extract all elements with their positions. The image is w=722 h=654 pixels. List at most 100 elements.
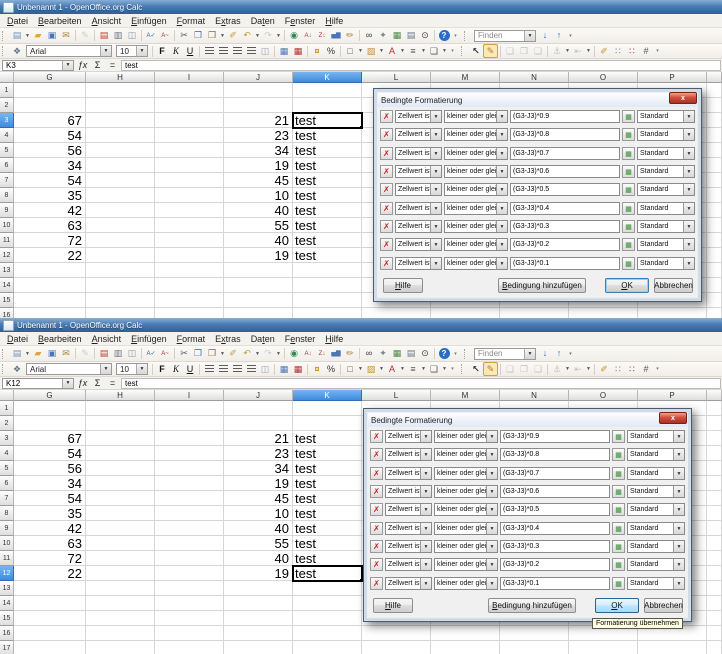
- redo-dropdown-icon[interactable]: ▼: [275, 33, 282, 39]
- row-header-10[interactable]: 10: [0, 536, 14, 551]
- display-grid-icon[interactable]: ∷: [611, 45, 625, 58]
- print-icon[interactable]: ▥: [111, 29, 125, 42]
- condition-style-select[interactable]: Standard▼: [627, 540, 685, 553]
- cell-partial16[interactable]: [707, 308, 722, 318]
- font-name-dropdown-icon[interactable]: ▼: [100, 46, 111, 56]
- cell-partial1[interactable]: [707, 401, 722, 416]
- frame-style-icon[interactable]: ❏: [427, 45, 441, 58]
- name-box[interactable]: K3▼: [2, 60, 74, 71]
- condition-operator-select[interactable]: kleiner oder gleich▼: [444, 128, 508, 141]
- condition-operator-dropdown-icon[interactable]: ▼: [486, 449, 497, 460]
- condition-source-select[interactable]: Zellwert ist▼: [395, 257, 442, 270]
- row-header-12[interactable]: 12: [0, 566, 14, 581]
- cell-M17[interactable]: [431, 641, 500, 654]
- row-header-3[interactable]: 3: [0, 431, 14, 446]
- toolbar-overflow-icon[interactable]: ▾: [451, 351, 460, 357]
- cell-H17[interactable]: [86, 641, 155, 654]
- condition-operator-dropdown-icon[interactable]: ▼: [496, 166, 507, 177]
- number-format-percent-icon[interactable]: %: [324, 363, 338, 376]
- copy-icon[interactable]: ❐: [191, 347, 205, 360]
- row-header-14[interactable]: 14: [0, 596, 14, 611]
- row-header-5[interactable]: 5: [0, 143, 14, 158]
- cell-H1[interactable]: [86, 401, 155, 416]
- condition-formula-input[interactable]: (G3-J3)*0.9: [510, 110, 620, 123]
- condition-operator-select[interactable]: kleiner oder gleich▼: [444, 257, 508, 270]
- cell-G5[interactable]: 56: [14, 461, 86, 476]
- delete-condition-button[interactable]: ✗: [380, 202, 393, 215]
- condition-style-dropdown-icon[interactable]: ▼: [683, 184, 694, 195]
- data-sources-icon[interactable]: ▤: [404, 29, 418, 42]
- toolbar-handle[interactable]: [464, 349, 469, 359]
- close-icon[interactable]: x: [669, 92, 697, 104]
- find-previous-icon[interactable]: ↑: [552, 29, 566, 42]
- cell-K13[interactable]: [293, 263, 362, 278]
- form-design-mode-icon[interactable]: ✐: [597, 363, 611, 376]
- grid-corner-box[interactable]: [0, 72, 14, 83]
- condition-operator-select[interactable]: kleiner oder gleich▼: [444, 110, 508, 123]
- cell-J16[interactable]: [224, 308, 293, 318]
- select-arrow-icon[interactable]: ↖: [469, 45, 483, 58]
- new-document-dropdown-icon[interactable]: ▼: [24, 351, 31, 357]
- cell-N16[interactable]: [500, 626, 569, 641]
- delete-condition-button[interactable]: ✗: [380, 165, 393, 178]
- font-name-select[interactable]: Arial▼: [26, 45, 112, 57]
- spellcheck-icon[interactable]: A✓: [144, 347, 158, 360]
- cell-partial15[interactable]: [707, 611, 722, 626]
- cell-H6[interactable]: [86, 476, 155, 491]
- column-header-j[interactable]: J: [224, 72, 293, 83]
- cell-K4[interactable]: test: [293, 446, 362, 461]
- navigator-icon[interactable]: ✦: [376, 29, 390, 42]
- redo-icon[interactable]: ↷: [261, 29, 275, 42]
- selected-cell-border[interactable]: [292, 565, 363, 582]
- condition-formula-input[interactable]: (G3-J3)*0.1: [510, 257, 620, 270]
- condition-operator-dropdown-icon[interactable]: ▼: [496, 184, 507, 195]
- align-objects-dropdown-icon[interactable]: ▼: [585, 366, 592, 372]
- gallery-icon[interactable]: ▦: [390, 29, 404, 42]
- condition-formula-input[interactable]: (G3-J3)*0.6: [510, 165, 620, 178]
- group-icon[interactable]: ❏: [503, 45, 517, 58]
- cell-H3[interactable]: [86, 431, 155, 446]
- menu-item-bearbeiten[interactable]: Bearbeiten: [33, 14, 87, 27]
- condition-style-select[interactable]: Standard▼: [627, 522, 685, 535]
- cell-O16[interactable]: [569, 308, 638, 318]
- cell-I12[interactable]: [155, 248, 224, 263]
- condition-formula-input[interactable]: (G3-J3)*0.7: [500, 467, 610, 480]
- cell-J15[interactable]: [224, 611, 293, 626]
- row-header-4[interactable]: 4: [0, 446, 14, 461]
- cell-H14[interactable]: [86, 596, 155, 611]
- cell-J6[interactable]: 19: [224, 476, 293, 491]
- column-header-p[interactable]: P: [638, 390, 707, 401]
- cell-J13[interactable]: [224, 581, 293, 596]
- new-document-icon[interactable]: ▤: [10, 29, 24, 42]
- new-document-icon[interactable]: ▤: [10, 347, 24, 360]
- cell-H8[interactable]: [86, 506, 155, 521]
- cell-I14[interactable]: [155, 596, 224, 611]
- row-header-13[interactable]: 13: [0, 581, 14, 596]
- cell-M16[interactable]: [431, 626, 500, 641]
- undo-dropdown-icon[interactable]: ▼: [254, 33, 261, 39]
- cell-partial5[interactable]: [707, 461, 722, 476]
- cell-partial9[interactable]: [707, 203, 722, 218]
- design-mode-icon[interactable]: ✎: [483, 362, 498, 376]
- sort-descending-icon[interactable]: Z↓: [315, 347, 329, 360]
- condition-source-select[interactable]: Zellwert ist▼: [395, 165, 442, 178]
- condition-source-dropdown-icon[interactable]: ▼: [430, 184, 441, 195]
- frame-style-icon[interactable]: ❏: [427, 363, 441, 376]
- cell-partial3[interactable]: [707, 113, 722, 128]
- align-objects-dropdown-icon[interactable]: ▼: [585, 48, 592, 54]
- cell-I10[interactable]: [155, 536, 224, 551]
- line-style-dropdown-icon[interactable]: ▼: [420, 48, 427, 54]
- shrink-button[interactable]: ▦: [622, 220, 635, 233]
- column-header-n[interactable]: N: [500, 72, 569, 83]
- condition-formula-input[interactable]: (G3-J3)*0.3: [500, 540, 610, 553]
- condition-source-dropdown-icon[interactable]: ▼: [430, 221, 441, 232]
- condition-operator-dropdown-icon[interactable]: ▼: [496, 203, 507, 214]
- cell-G10[interactable]: 63: [14, 536, 86, 551]
- cell-K12[interactable]: test: [293, 248, 362, 263]
- condition-source-dropdown-icon[interactable]: ▼: [420, 559, 431, 570]
- add-decimal-place-icon[interactable]: ▦: [277, 363, 291, 376]
- close-icon[interactable]: x: [659, 412, 687, 424]
- cell-I3[interactable]: [155, 113, 224, 128]
- row-header-7[interactable]: 7: [0, 173, 14, 188]
- cell-partial13[interactable]: [707, 581, 722, 596]
